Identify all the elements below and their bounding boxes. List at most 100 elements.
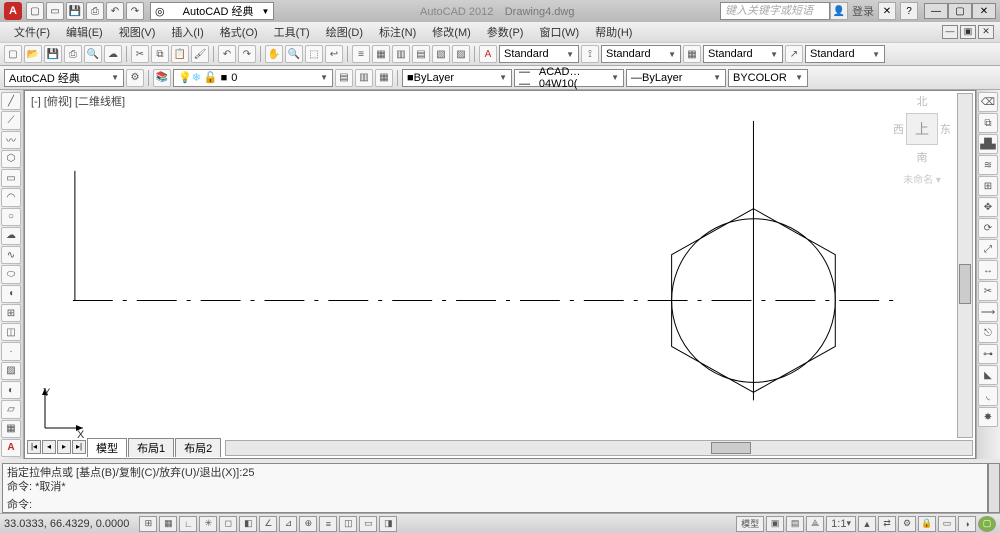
mdi-close[interactable]: ✕ <box>978 25 994 39</box>
mirror-tool[interactable]: ▟▙ <box>978 134 998 154</box>
menu-draw[interactable]: 绘图(D) <box>318 24 371 40</box>
menu-parametric[interactable]: 参数(P) <box>479 24 532 40</box>
sc-toggle[interactable]: ◨ <box>379 516 397 532</box>
ann-visibility[interactable]: ▲ <box>858 516 876 532</box>
print-icon[interactable]: ⎙ <box>86 2 104 20</box>
pan-button[interactable]: ✋ <box>265 45 283 63</box>
zoom-button[interactable]: 🔍 <box>285 45 303 63</box>
3dosnap-toggle[interactable]: ◧ <box>239 516 257 532</box>
save-icon[interactable]: 💾 <box>66 2 84 20</box>
new-button[interactable]: ▢ <box>4 45 22 63</box>
maximize-button[interactable]: ▢ <box>948 3 972 19</box>
mleaderstyle-icon[interactable]: ↗ <box>785 45 803 63</box>
pline-tool[interactable]: 〰 <box>1 131 21 149</box>
menu-format[interactable]: 格式(O) <box>212 24 266 40</box>
tab-layout2[interactable]: 布局2 <box>175 438 221 457</box>
toolpalette-button[interactable]: ▥ <box>392 45 410 63</box>
layer-prev-button[interactable]: ▦ <box>375 69 393 87</box>
command-line[interactable]: 指定拉伸点或 [基点(B)/复制(C)/放弃(U)/退出(X)]:25 命令: … <box>2 463 988 513</box>
lineweight-combo[interactable]: — ByLayer▼ <box>626 69 726 87</box>
ws-switch[interactable]: ⚙ <box>898 516 916 532</box>
tablestyle-combo[interactable]: Standard▼ <box>703 45 783 63</box>
menu-help[interactable]: 帮助(H) <box>587 24 640 40</box>
spline-tool[interactable]: ∿ <box>1 246 21 264</box>
tab-prev[interactable]: ◂ <box>42 440 56 454</box>
open-icon[interactable]: ▭ <box>46 2 64 20</box>
zoom-window-button[interactable]: ⬚ <box>305 45 323 63</box>
dimstyle-icon[interactable]: ⟟ <box>581 45 599 63</box>
move-tool[interactable]: ✥ <box>978 197 998 217</box>
sign-in-label[interactable]: 登录 <box>852 3 874 19</box>
match-button[interactable]: 🖌 <box>191 45 209 63</box>
menu-tools[interactable]: 工具(T) <box>266 24 318 40</box>
join-tool[interactable]: ⊶ <box>978 344 998 364</box>
designcenter-button[interactable]: ▦ <box>372 45 390 63</box>
tablestyle-icon[interactable]: ▦ <box>683 45 701 63</box>
redo-icon[interactable]: ↷ <box>126 2 144 20</box>
menu-file[interactable]: 文件(F) <box>6 24 58 40</box>
ann-autoscale[interactable]: ⇄ <box>878 516 896 532</box>
qp-toggle[interactable]: ▭ <box>359 516 377 532</box>
dyn-toggle[interactable]: ⊕ <box>299 516 317 532</box>
coordinates[interactable]: 33.0333, 66.4329, 0.0000 <box>4 518 129 530</box>
ann-scale[interactable]: 1:1▾ <box>826 516 856 532</box>
ortho-toggle[interactable]: ∟ <box>179 516 197 532</box>
layer-props-button[interactable]: 📚 <box>153 69 171 87</box>
menu-edit[interactable]: 编辑(E) <box>58 24 111 40</box>
ducs-toggle[interactable]: ⊿ <box>279 516 297 532</box>
sign-in-button[interactable]: 👤 <box>830 2 848 20</box>
tab-last[interactable]: ▸| <box>72 440 86 454</box>
drawing-area[interactable]: [-] [俯视] [二维线框] 北 西 上 东 南 未命名 ▾ YX |◂ ◂ … <box>24 90 976 459</box>
redo-button[interactable]: ↷ <box>238 45 256 63</box>
sheetset-button[interactable]: ▤ <box>412 45 430 63</box>
save-button[interactable]: 💾 <box>44 45 62 63</box>
preview-button[interactable]: 🔍 <box>84 45 102 63</box>
command-prompt[interactable]: 命令: <box>7 498 983 512</box>
array-tool[interactable]: ⊞ <box>978 176 998 196</box>
minimize-button[interactable]: ― <box>924 3 948 19</box>
chamfer-tool[interactable]: ◣ <box>978 365 998 385</box>
xline-tool[interactable]: ⟋ <box>1 111 21 129</box>
copy-tool[interactable]: ⧉ <box>978 113 998 133</box>
line-tool[interactable]: ╱ <box>1 92 21 110</box>
otrack-toggle[interactable]: ∠ <box>259 516 277 532</box>
polar-toggle[interactable]: ✳ <box>199 516 217 532</box>
offset-tool[interactable]: ≋ <box>978 155 998 175</box>
color-combo[interactable]: ■ ByLayer▼ <box>402 69 512 87</box>
circle-tool[interactable]: ○ <box>1 208 21 226</box>
help-icon[interactable]: ? <box>900 2 918 20</box>
tab-next[interactable]: ▸ <box>57 440 71 454</box>
h-scrollbar[interactable] <box>225 440 973 456</box>
v-scrollbar[interactable] <box>957 93 973 438</box>
polygon-tool[interactable]: ⬡ <box>1 150 21 168</box>
search-input[interactable]: 键入关键字或短语 <box>720 2 830 20</box>
gradient-tool[interactable]: ◐ <box>1 381 21 399</box>
ellipsearc-tool[interactable]: ◖ <box>1 285 21 303</box>
quickview-layouts[interactable]: ▣ <box>766 516 784 532</box>
cut-button[interactable]: ✂ <box>131 45 149 63</box>
tpy-toggle[interactable]: ◫ <box>339 516 357 532</box>
layer-states-button[interactable]: ▤ <box>335 69 353 87</box>
properties-button[interactable]: ≡ <box>352 45 370 63</box>
break-tool[interactable]: ⎋ <box>978 323 998 343</box>
block-tool[interactable]: ◫ <box>1 323 21 341</box>
stretch-tool[interactable]: ↔ <box>978 260 998 280</box>
workspace-combo[interactable]: AutoCAD 经典▼ <box>4 69 124 87</box>
menu-window[interactable]: 窗口(W) <box>531 24 587 40</box>
tab-first[interactable]: |◂ <box>27 440 41 454</box>
markup-button[interactable]: ▧ <box>432 45 450 63</box>
revcloud-tool[interactable]: ☁ <box>1 227 21 245</box>
explode-tool[interactable]: ✸ <box>978 407 998 427</box>
point-tool[interactable]: · <box>1 342 21 360</box>
tab-model[interactable]: 模型 <box>87 438 127 457</box>
mleaderstyle-combo[interactable]: Standard▼ <box>805 45 885 63</box>
mdi-minimize[interactable]: ― <box>942 25 958 39</box>
osnap-toggle[interactable]: ◻ <box>219 516 237 532</box>
paste-button[interactable]: 📋 <box>171 45 189 63</box>
toolbar-lock[interactable]: 🔒 <box>918 516 936 532</box>
layer-match-button[interactable]: ▥ <box>355 69 373 87</box>
dimstyle-combo[interactable]: Standard▼ <box>601 45 681 63</box>
scale-tool[interactable]: ⤢ <box>978 239 998 259</box>
clean-screen[interactable]: ▢ <box>978 516 996 532</box>
table-tool[interactable]: ▦ <box>1 420 21 438</box>
